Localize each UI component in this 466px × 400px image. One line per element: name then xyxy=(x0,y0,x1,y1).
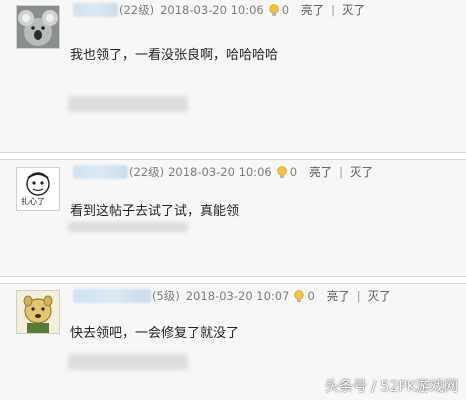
comment-datetime: 2018-03-20 10:07 xyxy=(185,289,290,303)
dim-button[interactable]: 灭了 xyxy=(342,2,365,18)
comment-meta: (22级) 2018-03-20 10:06 0 亮了 | 灭了 xyxy=(119,2,365,18)
divider xyxy=(0,152,466,160)
lightbulb-icon[interactable] xyxy=(276,165,288,179)
dim-button[interactable]: 灭了 xyxy=(368,288,391,304)
bright-button[interactable]: 亮了 xyxy=(309,164,332,180)
bright-button[interactable]: 亮了 xyxy=(301,2,324,18)
lightbulb-icon[interactable] xyxy=(293,289,305,303)
dim-button[interactable]: 灭了 xyxy=(350,164,373,180)
avatar-caption: 扎心了 xyxy=(21,197,45,206)
divider xyxy=(0,276,466,284)
like-count: 0 xyxy=(281,3,290,17)
comment-datetime: 2018-03-20 10:06 xyxy=(168,165,272,179)
avatar[interactable] xyxy=(16,290,60,334)
comment-meta: (5级) 2018-03-20 10:07 0 亮了 | 灭了 xyxy=(152,288,391,304)
user-level: (22级) xyxy=(129,165,165,179)
lightbulb-icon[interactable] xyxy=(268,3,280,17)
like-count: 0 xyxy=(289,165,298,179)
koala-avatar-icon xyxy=(17,6,59,48)
avatar[interactable] xyxy=(16,5,60,49)
like-count: 0 xyxy=(307,289,315,303)
blurred-username[interactable] xyxy=(73,165,128,179)
watermark: 头条号 / 52PK游戏网 xyxy=(324,379,458,395)
blurred-username[interactable] xyxy=(73,3,118,17)
blurred-content xyxy=(68,354,188,370)
blurred-content xyxy=(68,222,188,232)
comment-content: 快去领吧，一会修复了就没了 xyxy=(70,326,240,341)
comment-datetime: 2018-03-20 10:06 xyxy=(160,3,264,17)
bright-button[interactable]: 亮了 xyxy=(327,288,350,304)
separator: | xyxy=(331,3,335,17)
comment-content: 我也领了，一看没张良啊，哈哈哈哈 xyxy=(70,48,279,63)
blurred-content xyxy=(68,96,188,112)
comment-item: (22级) 2018-03-20 10:06 0 亮了 | 灭了 我也领了，一看… xyxy=(0,0,466,152)
separator: | xyxy=(339,165,343,179)
user-level: (5级) xyxy=(152,289,180,303)
blurred-username[interactable] xyxy=(73,289,151,303)
separator: | xyxy=(356,289,361,303)
user-level: (22级) xyxy=(119,3,155,17)
comment-content: 看到这帖子去试了试，真能领 xyxy=(70,204,240,219)
comment-item: 扎心了 (22级) 2018-03-20 10:06 0 亮了 | 灭了 看到这… xyxy=(0,160,466,276)
doge-avatar-icon xyxy=(17,291,59,333)
comment-meta: (22级) 2018-03-20 10:06 0 亮了 | 灭了 xyxy=(129,164,373,180)
